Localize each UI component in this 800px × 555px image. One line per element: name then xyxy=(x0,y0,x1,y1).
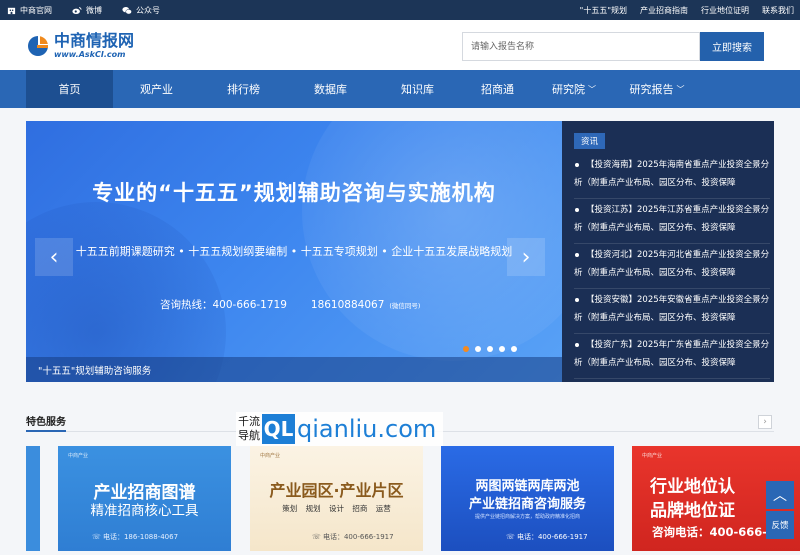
topbar-link-weibo[interactable]: 微博 xyxy=(72,5,102,16)
chevron-down-icon: ﹀ xyxy=(588,84,596,94)
banner-headline: 专业的“十五五”规划辅助咨询与实施机构 xyxy=(92,181,496,205)
nav-item-reports[interactable]: 研究报告 ﹀ xyxy=(614,70,700,108)
topbar-link-official[interactable]: 中商官网 xyxy=(6,5,52,16)
chevron-left-icon: ‹ xyxy=(49,244,59,270)
carousel-dot[interactable] xyxy=(511,346,517,352)
top-bar: 中商官网 微博 公众号 "十五五"规划 产业招商指南 行业地位证明 联系我们 xyxy=(0,0,800,20)
news-panel: 资讯 【投资海南】2025年海南省重点产业投资全景分析（附重点产业布局、园区分布… xyxy=(562,121,774,382)
site-logo[interactable]: 中商情报网 www.AskCI.com xyxy=(26,33,134,59)
nav-item-database[interactable]: 数据库 xyxy=(287,70,374,108)
service-card-partial[interactable] xyxy=(26,446,40,551)
topbar-link-contact[interactable]: 联系我们 xyxy=(762,5,794,16)
watermark-domain: qianliu.com xyxy=(297,415,437,443)
hero-banner[interactable]: 专业的“十五五”规划辅助咨询与实施机构 十五五前期课题研究 • 十五五规划纲要编… xyxy=(26,121,562,382)
main-nav: 首页 观产业 排行榜 数据库 知识库 招商通 研究院 ﹀ 研究报告 ﹀ xyxy=(0,70,800,108)
nav-item-industry[interactable]: 观产业 xyxy=(113,70,200,108)
service-card-investment-map[interactable]: 中商产业 产业招商图谱 精准招商核心工具 ☏ 电话：186-1088-4067 xyxy=(58,446,231,551)
wechat-icon xyxy=(122,5,132,15)
banner-hotline: 咨询热线：400-666-1719 18610884067 (微信同号) xyxy=(160,299,421,311)
topbar-link-guide[interactable]: 产业招商指南 xyxy=(640,5,688,16)
carousel-dot[interactable] xyxy=(475,346,481,352)
news-item[interactable]: 【投资广东】2025年广东省重点产业投资全景分析（附重点产业布局、园区分布、投资… xyxy=(574,334,770,379)
news-item[interactable]: 【投资江苏】2025年江苏省重点产业投资全景分析（附重点产业布局、园区分布、投资… xyxy=(574,199,770,244)
qianliu-watermark: 千流 导航 QL qianliu.com xyxy=(236,412,443,446)
nav-item-home[interactable]: 首页 xyxy=(26,70,113,108)
service-card-industrial-park[interactable]: 中商产业 产业园区·产业片区 策划 规划 设计 招商 运营 ☏ 电话：400-6… xyxy=(250,446,423,551)
topbar-link-proof[interactable]: 行业地位证明 xyxy=(701,5,749,16)
banner-caption: "十五五"规划辅助咨询服务 xyxy=(26,357,562,382)
news-item[interactable]: 【投资海南】2025年海南省重点产业投资全景分析（附重点产业布局、园区分布、投资… xyxy=(574,154,770,199)
nav-item-institute[interactable]: 研究院 ﹀ xyxy=(534,70,614,108)
weibo-icon xyxy=(72,5,82,15)
topbar-link-plan[interactable]: "十五五"规划 xyxy=(580,5,627,16)
carousel-prev-button[interactable]: ‹ xyxy=(35,238,73,276)
banner-subline: 十五五前期课题研究 • 十五五规划纲要编制 • 十五五专项规划 • 企业十五五发… xyxy=(75,245,513,258)
watermark-logo: QL xyxy=(262,414,295,444)
section-title: 特色服务 xyxy=(26,417,66,428)
news-item[interactable]: 【投资安徽】2025年安徽省重点产业投资全景分析（附重点产业布局、园区分布、投资… xyxy=(574,289,770,334)
carousel-next-button[interactable]: › xyxy=(507,238,545,276)
carousel-dot[interactable] xyxy=(463,346,469,352)
chevron-right-icon: › xyxy=(763,417,767,427)
header: 中商情报网 www.AskCI.com 立即搜索 xyxy=(0,20,800,70)
feedback-button[interactable]: 反馈 xyxy=(766,511,794,539)
carousel-dot[interactable] xyxy=(499,346,505,352)
nav-item-investment[interactable]: 招商通 xyxy=(461,70,534,108)
back-to-top-button[interactable]: ︿ xyxy=(766,481,794,509)
service-card-chain-consulting[interactable]: 两图两链两库两池 产业链招商咨询服务 提供产业链招商解决方案，帮助政府精准化招商… xyxy=(441,446,614,551)
nav-item-knowledge[interactable]: 知识库 xyxy=(374,70,461,108)
logo-text: 中商情报网 xyxy=(54,31,135,50)
search-button[interactable]: 立即搜索 xyxy=(700,32,764,61)
section-next-button[interactable]: › xyxy=(758,415,772,429)
search-input[interactable] xyxy=(462,32,700,61)
carousel-dot[interactable] xyxy=(487,346,493,352)
chevron-right-icon: › xyxy=(521,244,531,270)
news-item[interactable]: 【投资河北】2025年河北省重点产业投资全景分析（附重点产业布局、园区分布、投资… xyxy=(574,244,770,289)
logo-url: www.AskCI.com xyxy=(54,50,126,59)
topbar-link-wechat[interactable]: 公众号 xyxy=(122,5,160,16)
logo-icon xyxy=(28,36,48,56)
chevron-up-icon: ︿ xyxy=(773,488,787,504)
building-icon xyxy=(6,5,16,15)
nav-item-ranking[interactable]: 排行榜 xyxy=(200,70,287,108)
chevron-down-icon: ﹀ xyxy=(676,84,685,94)
carousel-dots xyxy=(463,346,523,352)
news-tag: 资讯 xyxy=(574,133,606,149)
